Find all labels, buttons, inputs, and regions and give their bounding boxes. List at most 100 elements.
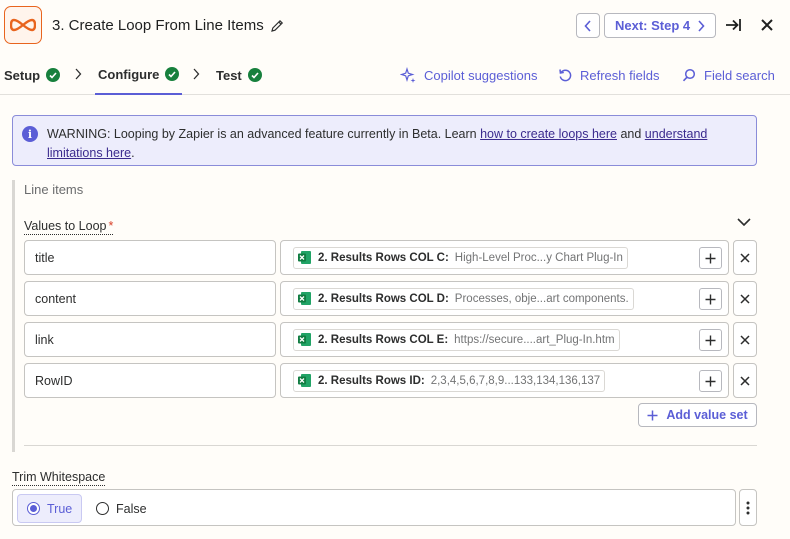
remove-row-button[interactable] <box>733 363 757 398</box>
tab-configure[interactable]: Configure <box>95 55 183 95</box>
loop-app-icon <box>4 6 42 44</box>
tab-setup[interactable]: Setup <box>4 55 61 95</box>
radio-option-false[interactable]: False <box>87 494 156 523</box>
value-mapping-field[interactable]: 2. Results Rows COL D: Processes, obje..… <box>280 281 729 316</box>
kebab-menu-icon <box>746 501 750 514</box>
trim-whitespace-options: True False <box>12 489 736 526</box>
close-button[interactable] <box>756 14 778 36</box>
field-reference-pill[interactable]: 2. Results Rows COL E: https://secure...… <box>293 328 620 351</box>
close-icon <box>740 252 750 263</box>
check-circle-icon <box>46 68 61 82</box>
values-to-loop-text: Values to Loop <box>24 219 107 233</box>
value-mapping-field[interactable]: 2. Results Rows COL C: High-Level Proc..… <box>280 240 729 275</box>
chevron-right-icon <box>698 19 705 32</box>
field-name: 2. Results Rows COL C: <box>318 251 449 264</box>
more-options-button[interactable] <box>739 489 757 526</box>
remove-row-button[interactable] <box>733 322 757 357</box>
tab-test-label: Test <box>216 67 242 83</box>
add-value-set-button[interactable]: Add value set <box>638 403 757 427</box>
trim-whitespace-label: Trim Whitespace <box>12 470 106 486</box>
info-icon: i <box>22 126 38 142</box>
refresh-fields-button[interactable]: Refresh fields <box>558 65 659 85</box>
understand-limitations-link-cont[interactable]: limitations here <box>47 146 131 160</box>
chevron-left-icon <box>584 19 591 32</box>
copilot-suggestions-label: Copilot suggestions <box>424 67 538 83</box>
refresh-fields-label: Refresh fields <box>580 67 660 83</box>
plus-icon <box>705 253 716 263</box>
arrow-to-right-icon <box>726 19 741 31</box>
remove-row-button[interactable] <box>733 281 757 316</box>
check-circle-icon <box>247 68 262 82</box>
step-title[interactable]: 3. Create Loop From Line Items <box>52 17 284 34</box>
step-tabs: Setup Configure Test Copilot suggestions… <box>0 55 790 95</box>
plus-icon <box>705 294 716 304</box>
field-name: 2. Results Rows COL D: <box>318 292 449 305</box>
collapse-toggle[interactable] <box>735 214 753 230</box>
field-sample-value: High-Level Proc...y Chart Plug-In <box>454 251 623 264</box>
excel-icon <box>298 251 311 264</box>
refresh-icon <box>559 68 572 81</box>
field-sample-value: https://secure....art_Plug-In.htm <box>454 333 615 346</box>
beta-warning-banner: i WARNING: Looping by Zapier is an advan… <box>12 115 757 166</box>
radio-option-label: True <box>47 501 73 516</box>
field-sample-value: Processes, obje...art components. <box>454 292 629 305</box>
field-reference-pill[interactable]: 2. Results Rows COL C: High-Level Proc..… <box>293 246 628 269</box>
field-sample-value: 2,3,4,5,6,7,8,9...133,134,136,137 <box>430 374 601 387</box>
insert-data-button[interactable] <box>699 288 722 310</box>
line-items-heading: Line items <box>24 182 84 197</box>
chevron-down-icon <box>737 218 751 226</box>
insert-data-button[interactable] <box>699 247 722 269</box>
chevron-right-icon <box>193 68 200 80</box>
remove-row-button[interactable] <box>733 240 757 275</box>
plus-icon <box>705 335 716 345</box>
sparkle-icon <box>400 66 416 83</box>
step-header: 3. Create Loop From Line Items Next: Ste… <box>0 0 790 54</box>
insert-data-button[interactable] <box>699 329 722 351</box>
radio-option-true[interactable]: True <box>17 494 83 523</box>
tab-setup-label: Setup <box>4 67 41 83</box>
value-mapping-field[interactable]: 2. Results Rows COL E: https://secure...… <box>280 322 729 357</box>
field-name: 2. Results Rows ID: <box>318 374 425 387</box>
chevron-right-icon <box>75 68 82 80</box>
excel-icon <box>298 292 311 305</box>
value-key-input[interactable]: RowID <box>24 363 276 398</box>
plus-icon <box>647 410 658 420</box>
next-step-label: Next: Step 4 <box>615 18 691 33</box>
previous-step-button[interactable] <box>576 13 600 38</box>
section-divider <box>24 445 757 446</box>
plus-icon <box>705 376 716 386</box>
section-indent-bar <box>12 180 15 452</box>
add-value-set-label: Add value set <box>666 408 748 422</box>
excel-icon <box>298 374 311 387</box>
value-key-text: content <box>35 291 77 306</box>
copilot-suggestions-button[interactable]: Copilot suggestions <box>400 65 537 85</box>
close-icon <box>740 334 750 345</box>
field-reference-pill[interactable]: 2. Results Rows ID: 2,3,4,5,6,7,8,9...13… <box>293 369 606 392</box>
close-icon <box>761 19 773 31</box>
warning-text-middle: and <box>616 127 645 141</box>
excel-icon <box>298 333 311 346</box>
radio-unselected-icon <box>96 502 109 515</box>
insert-data-button[interactable] <box>699 370 722 392</box>
value-mapping-field[interactable]: 2. Results Rows ID: 2,3,4,5,6,7,8,9...13… <box>280 363 729 398</box>
field-search-button[interactable]: Field search <box>682 65 775 85</box>
check-circle-icon <box>165 67 180 81</box>
pencil-icon[interactable] <box>270 19 284 33</box>
radio-option-label: False <box>116 501 147 516</box>
create-loops-link[interactable]: how to create loops here <box>480 127 617 141</box>
required-marker: * <box>108 219 114 233</box>
expand-panel-button[interactable] <box>722 14 744 36</box>
next-step-button[interactable]: Next: Step 4 <box>604 13 716 38</box>
radio-selected-icon <box>27 502 40 515</box>
search-icon <box>682 68 696 81</box>
value-key-input[interactable]: title <box>24 240 276 275</box>
value-key-input[interactable]: content <box>24 281 276 316</box>
understand-limitations-link[interactable]: understand <box>645 127 708 141</box>
field-name: 2. Results Rows COL E: <box>318 333 449 346</box>
field-reference-pill[interactable]: 2. Results Rows COL D: Processes, obje..… <box>293 287 634 310</box>
value-key-input[interactable]: link <box>24 322 276 357</box>
tab-test[interactable]: Test <box>216 55 262 95</box>
tab-configure-label: Configure <box>98 66 160 82</box>
value-key-text: title <box>35 250 55 265</box>
step-title-text: 3. Create Loop From Line Items <box>52 17 264 34</box>
